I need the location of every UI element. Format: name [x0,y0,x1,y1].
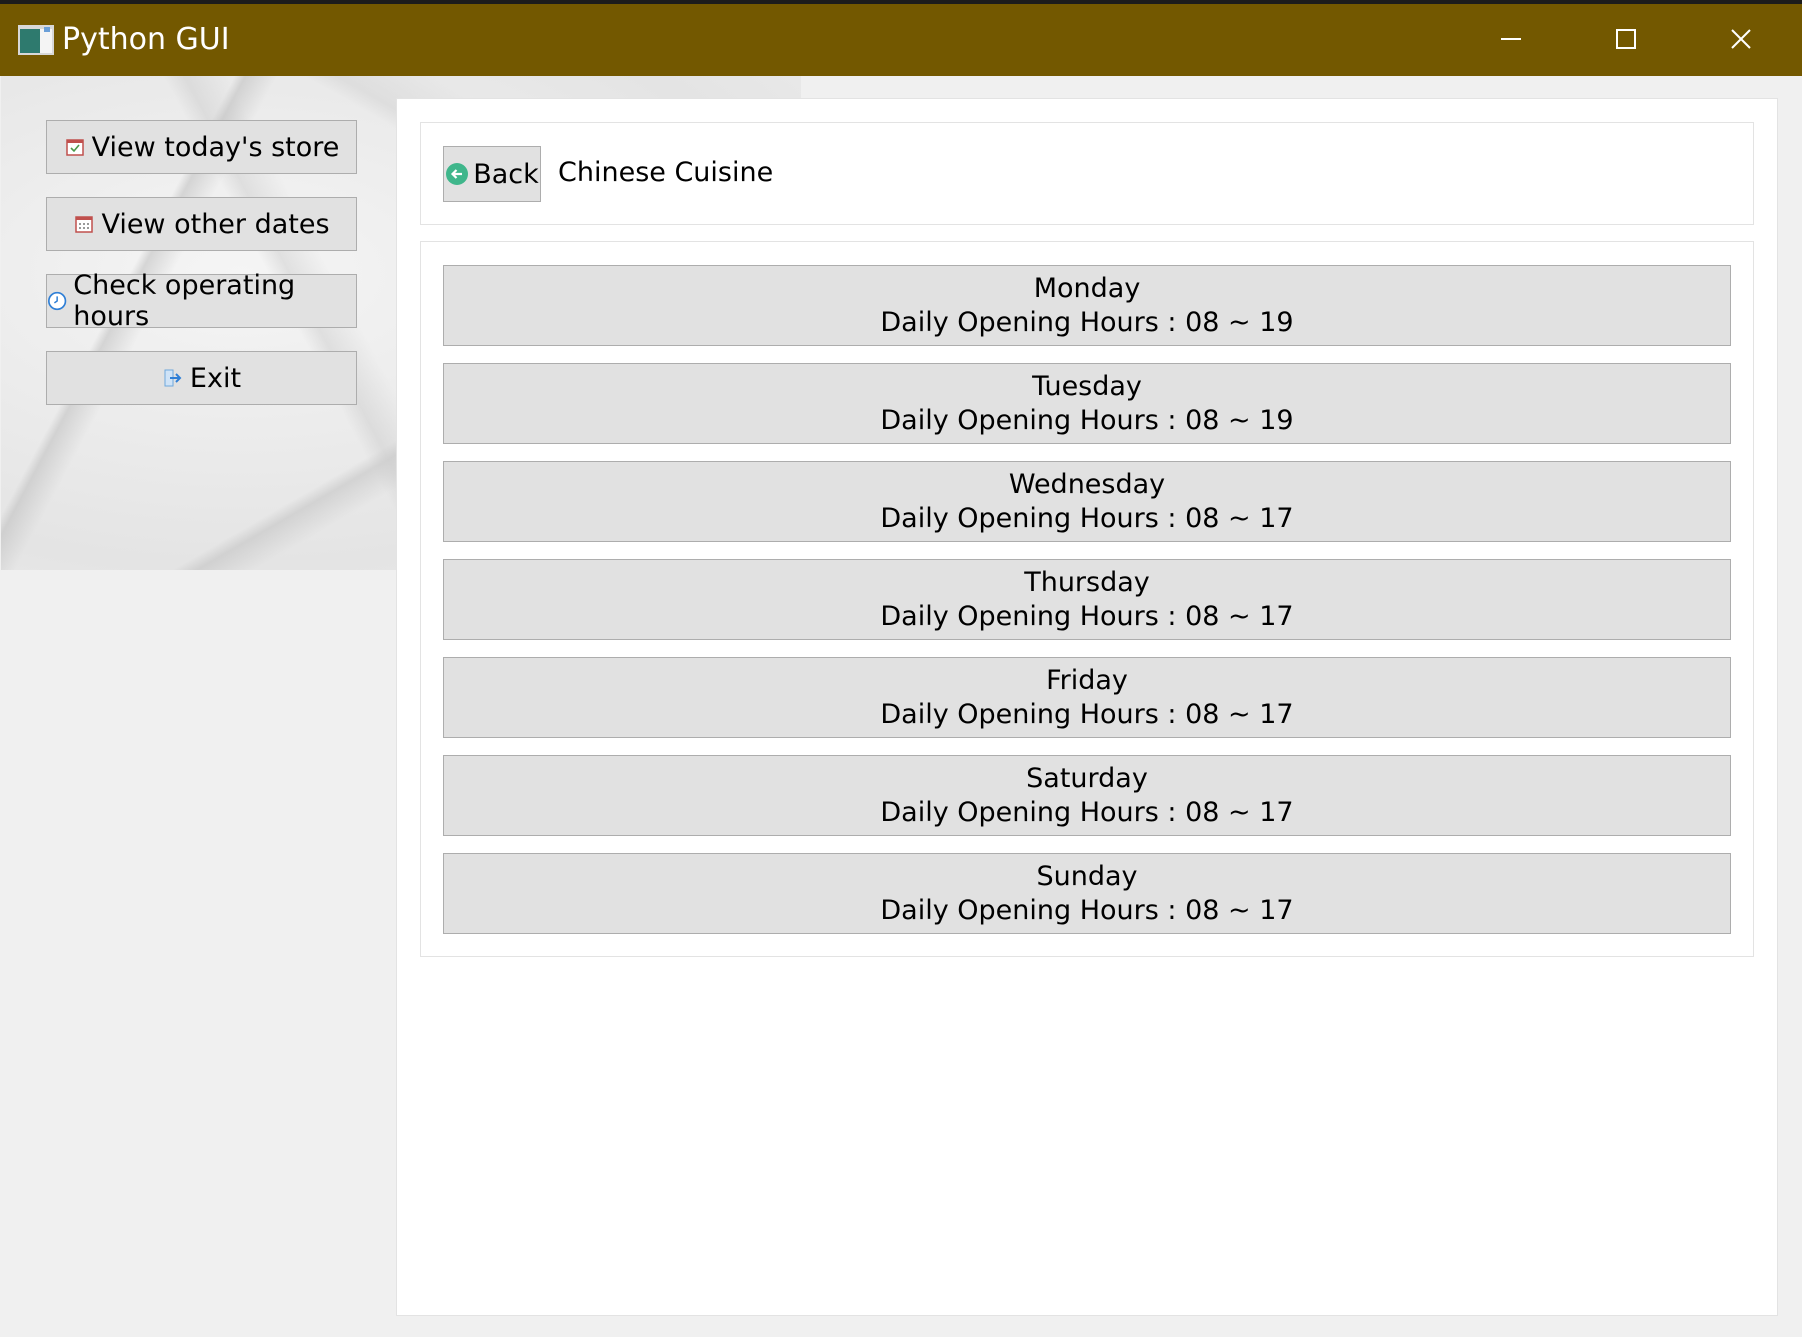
minimize-icon [1501,38,1521,40]
title-bar[interactable]: Python GUI [0,4,1802,76]
day-hours: Daily Opening Hours : 08 ~ 17 [880,894,1294,926]
day-hours: Daily Opening Hours : 08 ~ 17 [880,600,1294,632]
day-name: Tuesday [1032,370,1142,402]
day-hours: Daily Opening Hours : 08 ~ 19 [880,404,1294,436]
day-button-saturday[interactable]: Saturday Daily Opening Hours : 08 ~ 17 [443,755,1731,836]
exit-arrow-icon [164,369,182,387]
day-hours: Daily Opening Hours : 08 ~ 17 [880,796,1294,828]
day-button-wednesday[interactable]: Wednesday Daily Opening Hours : 08 ~ 17 [443,461,1731,542]
day-hours: Daily Opening Hours : 08 ~ 17 [880,698,1294,730]
window-title: Python GUI [62,22,230,57]
opening-hours-list: Monday Daily Opening Hours : 08 ~ 19 Tue… [420,241,1754,957]
store-header: Back Chinese Cuisine [420,122,1754,225]
maximize-icon [1616,29,1636,49]
day-name: Sunday [1036,860,1138,892]
day-name: Thursday [1024,566,1150,598]
close-icon [1731,29,1751,49]
day-name: Wednesday [1008,468,1166,500]
back-button[interactable]: Back [443,146,541,202]
client-area: View today's store View other dates Chec… [1,76,1801,1337]
day-button-friday[interactable]: Friday Daily Opening Hours : 08 ~ 17 [443,657,1731,738]
back-label: Back [473,158,539,190]
day-hours: Daily Opening Hours : 08 ~ 19 [880,306,1294,338]
store-name: Chinese Cuisine [558,157,774,188]
check-operating-hours-label: Check operating hours [73,270,296,332]
day-button-tuesday[interactable]: Tuesday Daily Opening Hours : 08 ~ 19 [443,363,1731,444]
back-arrow-icon [446,163,469,185]
day-button-thursday[interactable]: Thursday Daily Opening Hours : 08 ~ 17 [443,559,1731,640]
day-button-sunday[interactable]: Sunday Daily Opening Hours : 08 ~ 17 [443,853,1731,934]
minimize-button[interactable] [1454,4,1569,76]
calendar-check-icon [65,139,84,156]
close-button[interactable] [1684,4,1799,76]
view-other-dates-button[interactable]: View other dates [46,197,357,251]
maximize-button[interactable] [1569,4,1684,76]
day-hours: Daily Opening Hours : 08 ~ 17 [880,502,1294,534]
day-name: Friday [1046,664,1128,696]
sidebar-background [1,570,395,1337]
exit-label: Exit [189,362,242,394]
check-operating-hours-button[interactable]: Check operating hours [46,270,357,332]
view-other-dates-label: View other dates [101,208,330,240]
app-window: Python GUI View today's store View other… [0,0,1802,1337]
day-name: Monday [1033,272,1141,304]
day-button-monday[interactable]: Monday Daily Opening Hours : 08 ~ 19 [443,265,1731,346]
calendar-icon [75,216,94,233]
content-panel: Back Chinese Cuisine Monday Daily Openin… [396,98,1778,1316]
exit-button[interactable]: Exit [46,351,357,405]
day-name: Saturday [1026,762,1148,794]
view-todays-store-label: View today's store [91,131,340,163]
app-icon [18,25,54,55]
view-todays-store-button[interactable]: View today's store [46,120,357,174]
clock-icon [48,291,67,311]
